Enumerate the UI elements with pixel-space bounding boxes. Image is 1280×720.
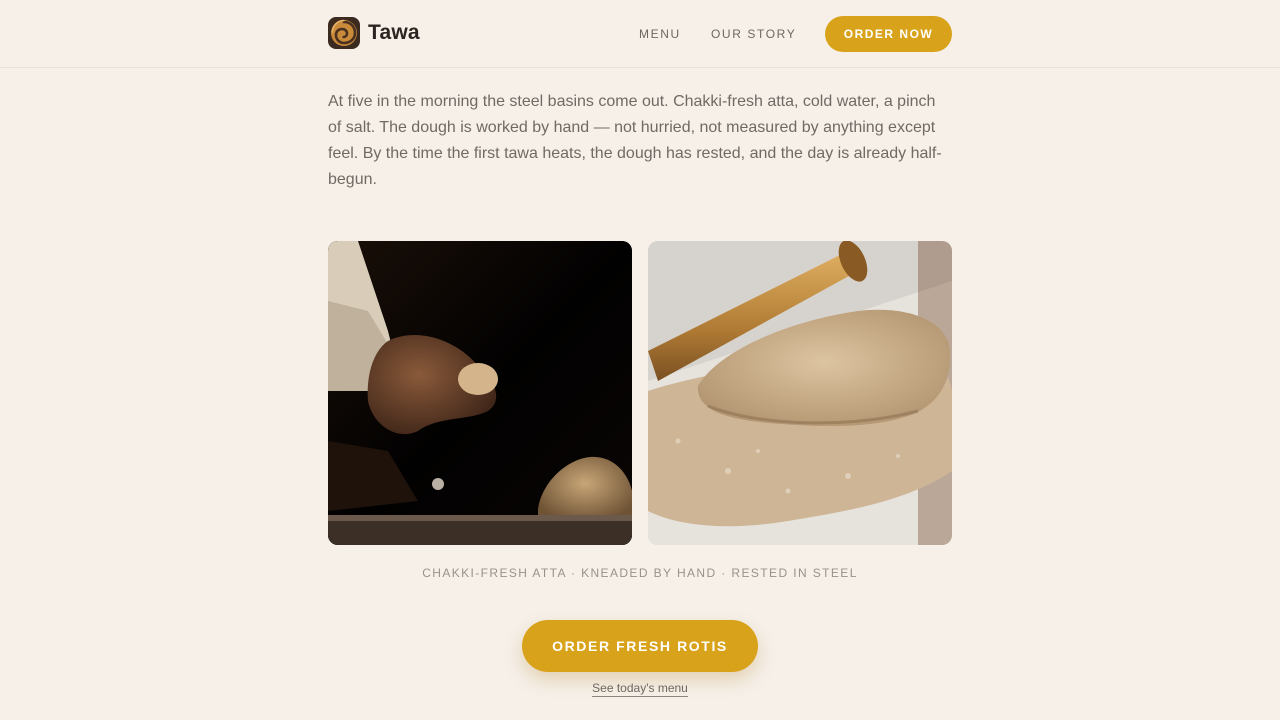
intro-paragraph: At five in the morning the steel basins …: [328, 93, 942, 188]
kneading-hands-photo: [328, 241, 632, 545]
nav-menu-link[interactable]: MENU: [639, 27, 681, 41]
swirl-logo-icon: [328, 17, 360, 49]
see-todays-menu-link[interactable]: See today's menu: [592, 681, 688, 697]
brand-name: Tawa: [368, 21, 420, 44]
site-header: Tawa MENU OUR STORY ORDER NOW: [0, 0, 1280, 68]
rolled-dough-image: [648, 241, 952, 545]
order-fresh-rotis-button[interactable]: ORDER FRESH ROTIS: [522, 620, 758, 672]
brand[interactable]: Tawa: [328, 17, 420, 49]
rolled-dough-photo: [648, 241, 952, 545]
gallery-caption: CHAKKI-FRESH ATTA · KNEADED BY HAND · RE…: [422, 566, 858, 580]
nav-our-story-link[interactable]: OUR STORY: [711, 27, 796, 41]
kneading-hands-image: [328, 241, 632, 545]
order-now-button[interactable]: ORDER NOW: [825, 16, 952, 52]
